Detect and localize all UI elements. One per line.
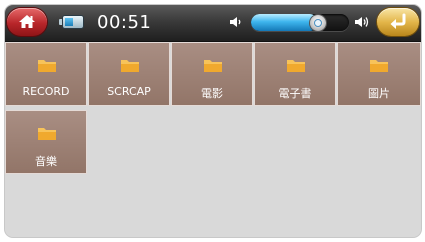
folder-icon — [121, 60, 139, 72]
folder-tile-record[interactable]: RECORD — [5, 42, 87, 106]
folder-tile-pictures[interactable]: 圖片 — [337, 42, 421, 106]
folder-label: RECORD — [22, 85, 70, 98]
volume-slider[interactable] — [251, 14, 349, 31]
volume-slider-knob[interactable] — [310, 15, 326, 31]
folder-icon — [287, 60, 305, 72]
back-button[interactable] — [377, 8, 419, 36]
folder-label: 圖片 — [368, 87, 390, 100]
folder-icon — [204, 60, 222, 72]
folder-label: 電子書 — [278, 87, 312, 100]
folder-icon — [38, 128, 56, 140]
folder-label: SCRCAP — [107, 85, 151, 98]
device-screen: 00:51 RECORD SCRCAP 電影 電子書 圖片 音樂 — [5, 5, 421, 237]
back-arrow-icon — [390, 13, 406, 29]
folder-label: 電影 — [201, 87, 223, 100]
folder-icon — [370, 60, 388, 72]
home-button[interactable] — [7, 8, 47, 36]
folder-tile-music[interactable]: 音樂 — [5, 110, 87, 174]
volume-down-icon[interactable] — [229, 16, 243, 28]
home-icon — [19, 15, 35, 28]
volume-slider-fill — [251, 14, 318, 31]
folder-tile-movies[interactable]: 電影 — [171, 42, 253, 106]
folder-label: 音樂 — [35, 155, 57, 168]
battery-level-fill — [65, 18, 73, 26]
status-bar: 00:51 — [5, 5, 421, 42]
folder-tile-ebooks[interactable]: 電子書 — [254, 42, 336, 106]
folder-grid: RECORD SCRCAP 電影 電子書 圖片 音樂 — [5, 42, 421, 237]
folder-tile-scrcap[interactable]: SCRCAP — [88, 42, 170, 106]
folder-icon — [38, 60, 56, 72]
clock: 00:51 — [97, 12, 152, 33]
battery-icon — [59, 16, 83, 28]
volume-up-icon[interactable] — [354, 16, 370, 28]
